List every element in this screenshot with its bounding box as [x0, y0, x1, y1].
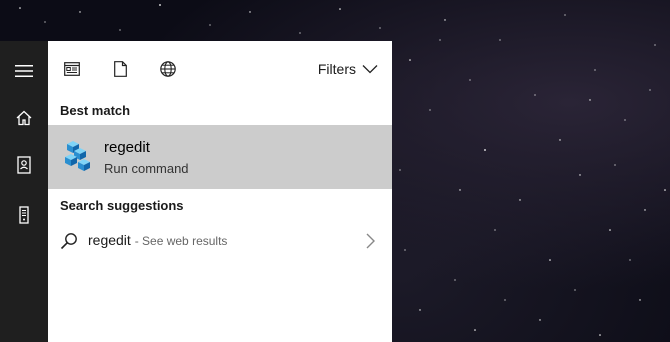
- hamburger-menu-icon: [15, 65, 33, 77]
- suggestion-query: regedit: [88, 232, 131, 248]
- best-match-item[interactable]: regedit Run command: [48, 125, 392, 189]
- regedit-icon: [65, 141, 90, 171]
- best-match-subtitle: Run command: [104, 161, 189, 176]
- notebook-icon: [17, 156, 31, 174]
- chevron-right-icon[interactable]: [364, 232, 376, 250]
- start-rail: [0, 41, 48, 342]
- tower-device-icon: [19, 206, 29, 224]
- hamburger-menu-button[interactable]: [0, 47, 48, 95]
- suggestion-text: regedit - See web results: [88, 232, 227, 248]
- apps-icon: [64, 62, 80, 76]
- suggestion-hint: - See web results: [134, 234, 228, 248]
- device-button[interactable]: [0, 191, 48, 239]
- web-suggestion-item[interactable]: regedit - See web results: [48, 223, 392, 259]
- filter-toolbar: Filters: [48, 41, 392, 97]
- documents-icon: [113, 61, 127, 77]
- search-icon: [60, 233, 77, 250]
- chevron-down-icon: [362, 65, 378, 74]
- filters-label: Filters: [317, 61, 356, 77]
- home-icon: [16, 110, 32, 126]
- apps-filter-button[interactable]: [58, 55, 86, 83]
- best-match-heading: Best match: [60, 103, 131, 118]
- web-icon: [160, 61, 176, 77]
- search-results-panel: Filters Best match regedit Run command S…: [48, 41, 392, 342]
- notebook-button[interactable]: [0, 141, 48, 189]
- documents-filter-button[interactable]: [106, 55, 134, 83]
- search-suggestions-heading: Search suggestions: [60, 198, 184, 213]
- best-match-title: regedit: [104, 139, 150, 156]
- filters-dropdown[interactable]: Filters: [318, 59, 378, 79]
- web-filter-button[interactable]: [154, 55, 182, 83]
- home-button[interactable]: [0, 94, 48, 142]
